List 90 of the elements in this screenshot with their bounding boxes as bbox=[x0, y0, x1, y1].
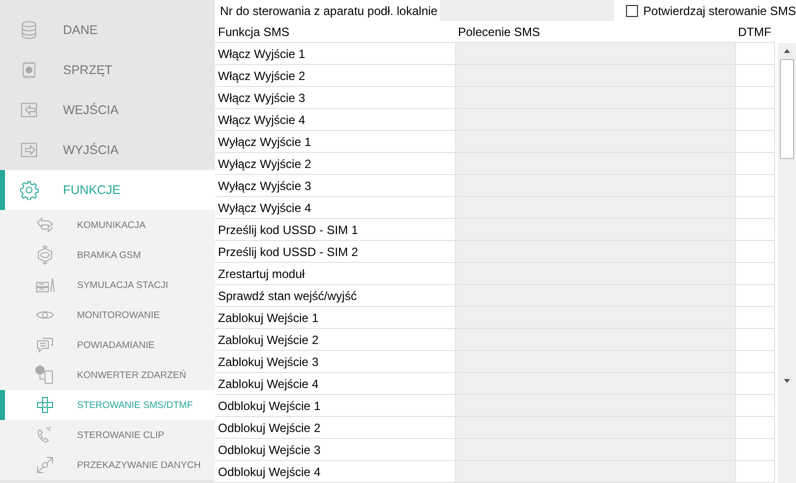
link-icon bbox=[35, 455, 55, 475]
table-cell: Sprawdź stan wejść/wyjść bbox=[215, 285, 455, 307]
table-cell[interactable] bbox=[455, 131, 735, 153]
sidebar-subitem[interactable]: POWIADAMIANIE bbox=[0, 330, 215, 360]
table-cell: Odblokuj Wejście 1 bbox=[215, 395, 455, 417]
table-cell[interactable] bbox=[455, 87, 735, 109]
input-icon bbox=[19, 100, 39, 120]
table-cell: Wyłącz Wyjście 4 bbox=[215, 197, 455, 219]
table-cell[interactable] bbox=[455, 351, 735, 373]
table-cell[interactable] bbox=[735, 461, 775, 483]
table-cell: Prześlij kod USSD - SIM 2 bbox=[215, 241, 455, 263]
table-cell[interactable] bbox=[735, 373, 775, 395]
table-cell: Odblokuj Wejście 2 bbox=[215, 417, 455, 439]
table-cell[interactable] bbox=[455, 153, 735, 175]
chat-icon bbox=[35, 335, 55, 355]
confirm-checkbox[interactable]: Potwierdzaj sterowanie SMS bbox=[626, 4, 796, 18]
sidebar-subitem[interactable]: PRZEKAZYWANIE DANYCH bbox=[0, 450, 215, 480]
arrows-icon bbox=[35, 215, 55, 235]
table-cell: Zrestartuj moduł bbox=[215, 263, 455, 285]
table-cell[interactable] bbox=[735, 65, 775, 87]
sidebar-item[interactable]: DANE bbox=[0, 10, 215, 50]
table-cell[interactable] bbox=[455, 241, 735, 263]
table-cell[interactable] bbox=[735, 351, 775, 373]
sidebar-subitem[interactable]: MONITOROWANIE bbox=[0, 300, 215, 330]
table-cell[interactable] bbox=[455, 219, 735, 241]
output-icon bbox=[19, 140, 39, 160]
table-cell[interactable] bbox=[735, 87, 775, 109]
table-cell: Wyłącz Wyjście 1 bbox=[215, 131, 455, 153]
table-cell: Prześlij kod USSD - SIM 1 bbox=[215, 219, 455, 241]
sidebar-item[interactable]: WEJŚCIA bbox=[0, 90, 215, 130]
sidebar-subitem[interactable]: KOMUNIKACJA bbox=[0, 210, 215, 240]
table-cell: Wyłącz Wyjście 2 bbox=[215, 153, 455, 175]
table-cell[interactable] bbox=[735, 175, 775, 197]
table-cell[interactable] bbox=[455, 197, 735, 219]
gear-icon bbox=[19, 180, 39, 200]
table-cell[interactable] bbox=[735, 197, 775, 219]
scrollbar[interactable] bbox=[778, 43, 796, 483]
sidebar-subitem[interactable]: BRAMKA GSM bbox=[0, 240, 215, 270]
sidebar-subitem[interactable]: KONWERTER ZDARZEŃ bbox=[0, 360, 215, 390]
gsm-icon bbox=[35, 245, 55, 265]
table-cell: Włącz Wyjście 1 bbox=[215, 43, 455, 65]
sidebar-item[interactable]: FUNKCJE bbox=[0, 170, 215, 210]
table-cell: Odblokuj Wejście 4 bbox=[215, 461, 455, 483]
table-cell: Wyłącz Wyjście 3 bbox=[215, 175, 455, 197]
table-cell: Zablokuj Wejście 3 bbox=[215, 351, 455, 373]
table-cell[interactable] bbox=[735, 153, 775, 175]
table-cell[interactable] bbox=[455, 263, 735, 285]
table-cell[interactable] bbox=[455, 395, 735, 417]
table-cell[interactable] bbox=[735, 241, 775, 263]
table-cell: Włącz Wyjście 4 bbox=[215, 109, 455, 131]
table-cell[interactable] bbox=[455, 329, 735, 351]
table-cell[interactable] bbox=[455, 417, 735, 439]
table-cell[interactable] bbox=[735, 307, 775, 329]
table-cell[interactable] bbox=[735, 263, 775, 285]
sidebar-item[interactable]: SPRZĘT bbox=[0, 50, 215, 90]
cross-icon bbox=[35, 395, 55, 415]
table-cell[interactable] bbox=[735, 417, 775, 439]
table-cell: Odblokuj Wejście 3 bbox=[215, 439, 455, 461]
sidebar-subitem[interactable]: STEROWANIE CLIP bbox=[0, 420, 215, 450]
table-cell: Zablokuj Wejście 1 bbox=[215, 307, 455, 329]
table-cell[interactable] bbox=[455, 65, 735, 87]
table-cell: Włącz Wyjście 3 bbox=[215, 87, 455, 109]
sidebar-subitem[interactable]: STEROWANIE SMS/DTMF bbox=[0, 390, 215, 420]
table-cell: Zablokuj Wejście 4 bbox=[215, 373, 455, 395]
table-cell[interactable] bbox=[455, 285, 735, 307]
sidebar-subitem[interactable]: SYMULACJA STACJI bbox=[0, 270, 215, 300]
table-cell[interactable] bbox=[735, 329, 775, 351]
column-header: DTMF bbox=[735, 22, 775, 43]
table-cell[interactable] bbox=[455, 439, 735, 461]
table-cell[interactable] bbox=[735, 439, 775, 461]
table-cell[interactable] bbox=[455, 43, 735, 65]
field-label: Nr do sterowania z aparatu podł. lokalnie bbox=[220, 4, 438, 18]
table-cell[interactable] bbox=[455, 373, 735, 395]
table-cell[interactable] bbox=[735, 285, 775, 307]
table-cell[interactable] bbox=[735, 395, 775, 417]
table-cell[interactable] bbox=[455, 175, 735, 197]
column-header: Funkcja SMS bbox=[215, 22, 455, 43]
table-cell: Zablokuj Wejście 2 bbox=[215, 329, 455, 351]
table-cell[interactable] bbox=[735, 43, 775, 65]
table-cell[interactable] bbox=[735, 109, 775, 131]
table-cell[interactable] bbox=[455, 461, 735, 483]
table-cell[interactable] bbox=[455, 307, 735, 329]
table-cell: Włącz Wyjście 2 bbox=[215, 65, 455, 87]
database-icon bbox=[19, 20, 39, 40]
table-cell[interactable] bbox=[735, 131, 775, 153]
table-cell[interactable] bbox=[455, 109, 735, 131]
table-cell[interactable] bbox=[735, 219, 775, 241]
checkbox-icon[interactable] bbox=[626, 5, 638, 17]
sidebar-item[interactable]: WYJŚCIA bbox=[0, 130, 215, 170]
phone-icon bbox=[35, 365, 55, 385]
